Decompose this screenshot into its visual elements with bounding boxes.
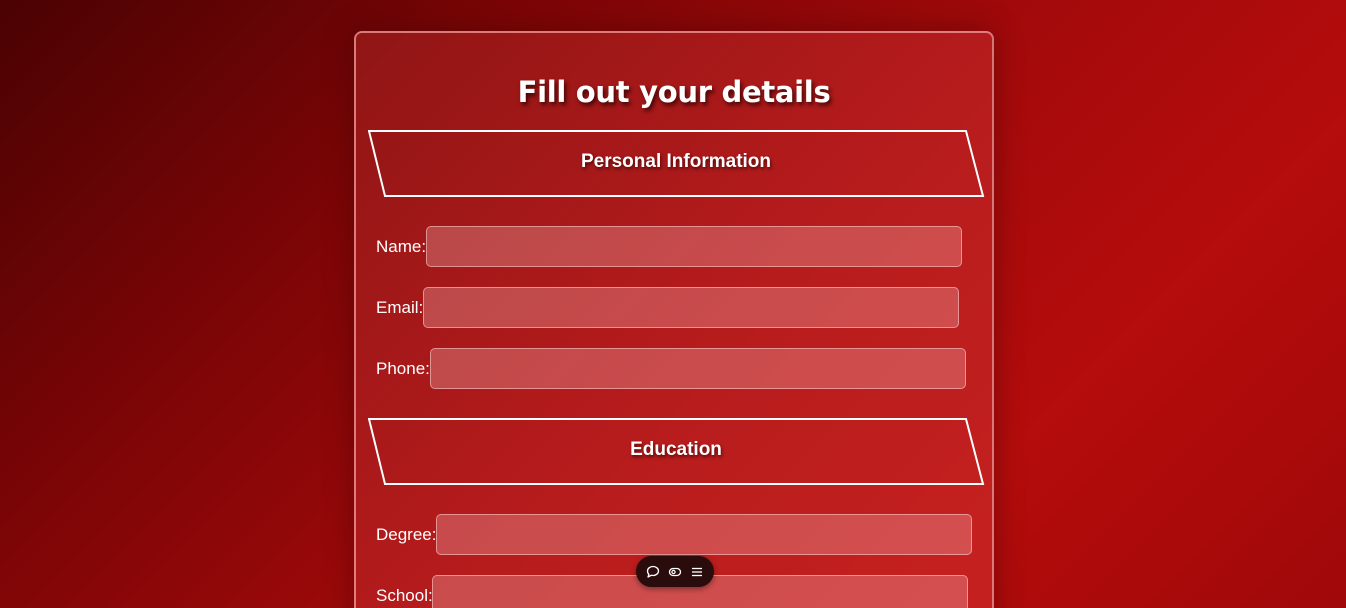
floating-toolbar [636,556,714,587]
details-form-card: Fill out your details Personal Informati… [354,31,994,608]
email-label: Email: [376,298,424,317]
degree-field[interactable] [436,514,972,555]
email-field[interactable] [423,287,959,328]
phone-label: Phone: [376,359,430,378]
section-personal-information: Personal Information [368,130,985,197]
page-title: Fill out your details [517,75,831,109]
degree-label: Degree: [376,525,437,544]
section-heading: Personal Information [580,151,772,172]
section-education: Education [368,418,985,485]
comment-icon[interactable] [644,563,662,581]
name-field[interactable] [426,226,962,267]
menu-icon[interactable] [688,563,706,581]
school-label: School: [376,586,433,605]
name-label: Name: [376,237,427,256]
phone-field[interactable] [430,348,966,389]
section-heading: Education [630,439,722,460]
view-icon[interactable] [666,563,684,581]
